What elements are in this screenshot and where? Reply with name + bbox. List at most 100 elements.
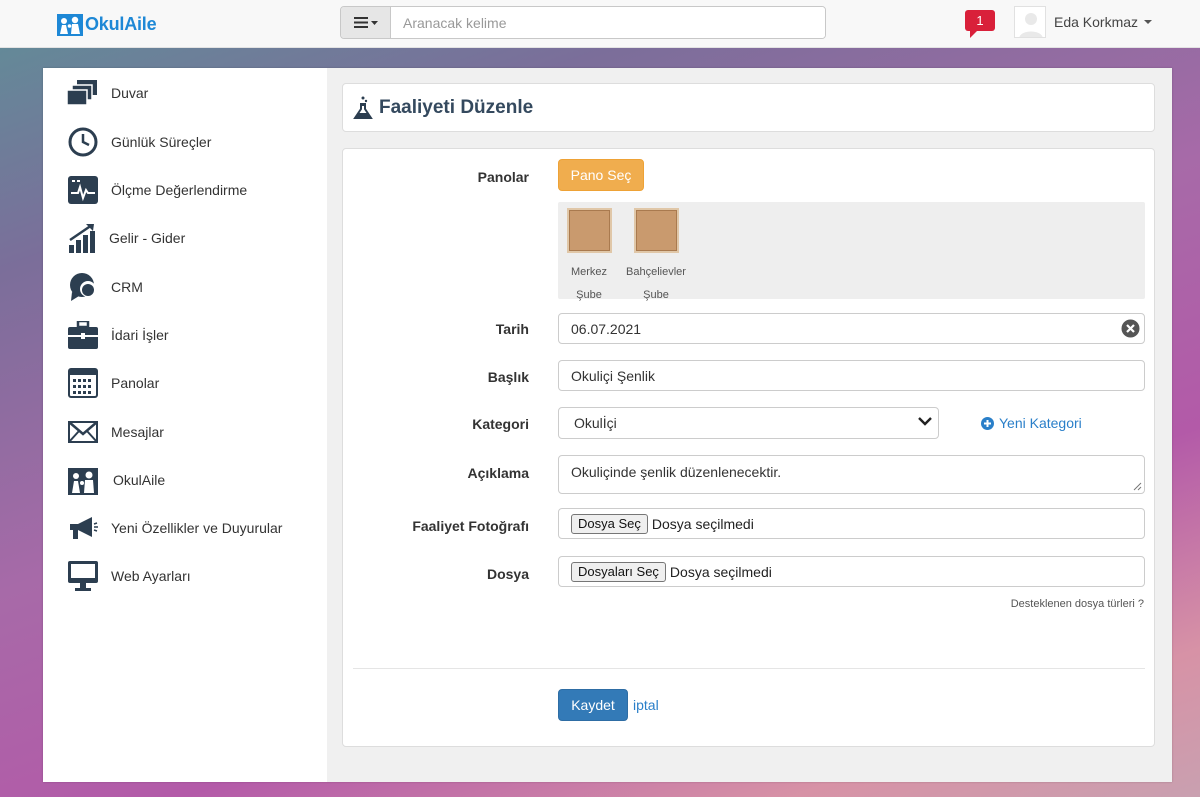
description-value: Okuliçinde şenlik düzenlenecektir.	[571, 464, 782, 480]
sidebar-item-label: OkulAile	[113, 472, 166, 488]
growth-chart-icon	[67, 222, 99, 254]
photo-label: Faaliyet Fotoğrafı	[412, 518, 529, 534]
sidebar-item-label: Ölçme Değerlendirme	[111, 182, 248, 198]
photo-file-input: Dosya Seç Dosya seçilmedi	[558, 508, 1145, 539]
main-wrapper: Duvar Günlük Süreçler Ölçme Değerlendirm…	[43, 68, 1172, 782]
sidebar-item-label: İdari İşler	[111, 327, 169, 343]
calendar-board-icon	[67, 367, 99, 399]
avatar	[1014, 6, 1046, 38]
notification-tail	[970, 30, 978, 38]
choose-photo-button[interactable]: Dosya Seç	[571, 513, 648, 534]
sidebar-item-web-ayarlari[interactable]: Web Ayarları	[67, 559, 191, 593]
sidebar-item-label: Duvar	[111, 85, 149, 101]
flask-icon	[353, 96, 373, 119]
file-status: Dosya seçilmedi	[669, 563, 772, 580]
photo-status: Dosya seçilmedi	[651, 515, 754, 532]
monitor-chart-icon	[67, 174, 99, 206]
title-field[interactable]: Okuliçi Şenlik	[558, 360, 1145, 391]
user-menu[interactable]: Eda Korkmaz	[1014, 6, 1153, 38]
board-name-line1: Merkez	[570, 266, 608, 278]
new-category-label: Yeni Kategori	[999, 415, 1082, 431]
notification-count: 1	[965, 10, 995, 31]
board-name-line2: Şube	[576, 289, 602, 301]
board-thumbnail	[633, 208, 679, 253]
file-label: Dosya	[486, 566, 529, 582]
board-thumbnail	[566, 208, 612, 253]
board-name: Merkez Şube	[558, 261, 620, 307]
sidebar-item-label: Günlük Süreçler	[111, 134, 212, 150]
envelope-icon	[67, 416, 99, 448]
supported-file-types-link[interactable]: Desteklenen dosya türleri ?	[1011, 598, 1144, 610]
sidebar-item-label: Web Ayarları	[111, 568, 191, 584]
sidebar-item-duvar[interactable]: Duvar	[67, 76, 148, 110]
sidebar-item-idari-isler[interactable]: İdari İşler	[67, 318, 169, 352]
kategori-label: Kategori	[472, 416, 529, 432]
content-area: Faaliyeti Düzenle Panolar Pano Seç Merke…	[342, 68, 1156, 782]
briefcase-icon	[67, 319, 99, 351]
new-category-link[interactable]: Yeni Kategori	[981, 415, 1082, 431]
save-button[interactable]: Kaydet	[558, 689, 628, 721]
board-name-line1: Bahçelievler	[626, 266, 686, 278]
date-value: 06.07.2021	[571, 320, 642, 337]
cancel-link[interactable]: iptal	[633, 697, 659, 713]
plus-circle-icon	[981, 416, 994, 430]
sidebar-item-label: Gelir - Gider	[109, 230, 186, 246]
search-input[interactable]	[391, 7, 825, 38]
okulaile-logo[interactable]: OkulAile	[57, 12, 157, 36]
sidebar: Duvar Günlük Süreçler Ölçme Değerlendirm…	[43, 68, 327, 782]
sidebar-item-gelir-gider[interactable]: Gelir - Gider	[67, 221, 185, 255]
sidebar-item-label: Mesajlar	[111, 424, 164, 440]
files-input: Dosyaları Seç Dosya seçilmedi	[558, 556, 1145, 587]
baslik-label: Başlık	[487, 369, 529, 385]
form-divider	[353, 668, 1145, 669]
top-navbar: OkulAile 1 Eda Korkmaz	[0, 0, 1200, 48]
sidebar-item-gunluk-surecler[interactable]: Günlük Süreçler	[67, 125, 211, 159]
selected-boards: Merkez Şube Bahçelievler Şube	[558, 202, 1145, 301]
board-item[interactable]: Merkez Şube	[558, 208, 620, 307]
description-textarea[interactable]: Okuliçinde şenlik düzenlenecektir.	[558, 455, 1145, 494]
sidebar-item-label: Yeni Özellikler ve Duyurular	[111, 520, 283, 536]
notification-badge[interactable]: 1	[965, 10, 995, 38]
user-name: Eda Korkmaz	[1054, 14, 1139, 30]
clock-icon	[67, 126, 99, 158]
panolar-label: Panolar	[477, 169, 529, 185]
sidebar-item-label: CRM	[111, 279, 143, 295]
sidebar-item-mesajlar[interactable]: Mesajlar	[67, 415, 164, 449]
choose-files-button[interactable]: Dosyaları Seç	[571, 561, 666, 582]
sidebar-item-okulaile[interactable]: OkulAile	[67, 463, 165, 497]
search-bar	[340, 6, 826, 39]
wall-icon	[67, 77, 99, 109]
logo-text: OkulAile	[85, 13, 157, 34]
board-name: Bahçelievler Şube	[625, 261, 687, 307]
tarih-label: Tarih	[495, 321, 529, 337]
aciklama-label: Açıklama	[467, 465, 529, 481]
select-board-button[interactable]: Pano Seç	[558, 159, 644, 191]
caret-down-icon	[370, 20, 378, 25]
date-field[interactable]: 06.07.2021	[558, 313, 1145, 344]
category-select[interactable]: Okulİçi	[558, 407, 939, 439]
search-menu-toggle[interactable]	[341, 7, 391, 38]
sidebar-item-olcme-degerlendirme[interactable]: Ölçme Değerlendirme	[67, 173, 247, 207]
sidebar-item-panolar[interactable]: Panolar	[67, 366, 159, 400]
category-value: Okulİçi	[574, 415, 617, 431]
chevron-down-icon	[918, 417, 932, 426]
sidebar-item-crm[interactable]: CRM	[67, 270, 143, 304]
page-header: Faaliyeti Düzenle	[342, 83, 1155, 132]
user-silhouette-icon	[1019, 13, 1043, 37]
crm-chat-icon	[67, 271, 99, 303]
family-icon	[67, 464, 99, 496]
clear-icon[interactable]	[1121, 319, 1140, 338]
list-icon	[353, 17, 368, 28]
chevron-down-icon	[1144, 20, 1153, 24]
page-title: Faaliyeti Düzenle	[379, 96, 534, 118]
logo-family-icon	[57, 14, 83, 36]
desktop-icon	[67, 560, 99, 592]
sidebar-item-yeni-ozellikler[interactable]: Yeni Özellikler ve Duyurular	[67, 511, 282, 545]
activity-form: Panolar Pano Seç Merkez Şube Bahçelievle…	[342, 148, 1155, 747]
megaphone-icon	[67, 512, 99, 544]
board-name-line2: Şube	[643, 289, 669, 301]
board-item[interactable]: Bahçelievler Şube	[625, 208, 687, 307]
resize-grip-icon[interactable]	[1133, 482, 1142, 491]
title-value: Okuliçi Şenlik	[571, 367, 656, 384]
sidebar-item-label: Panolar	[111, 375, 160, 391]
